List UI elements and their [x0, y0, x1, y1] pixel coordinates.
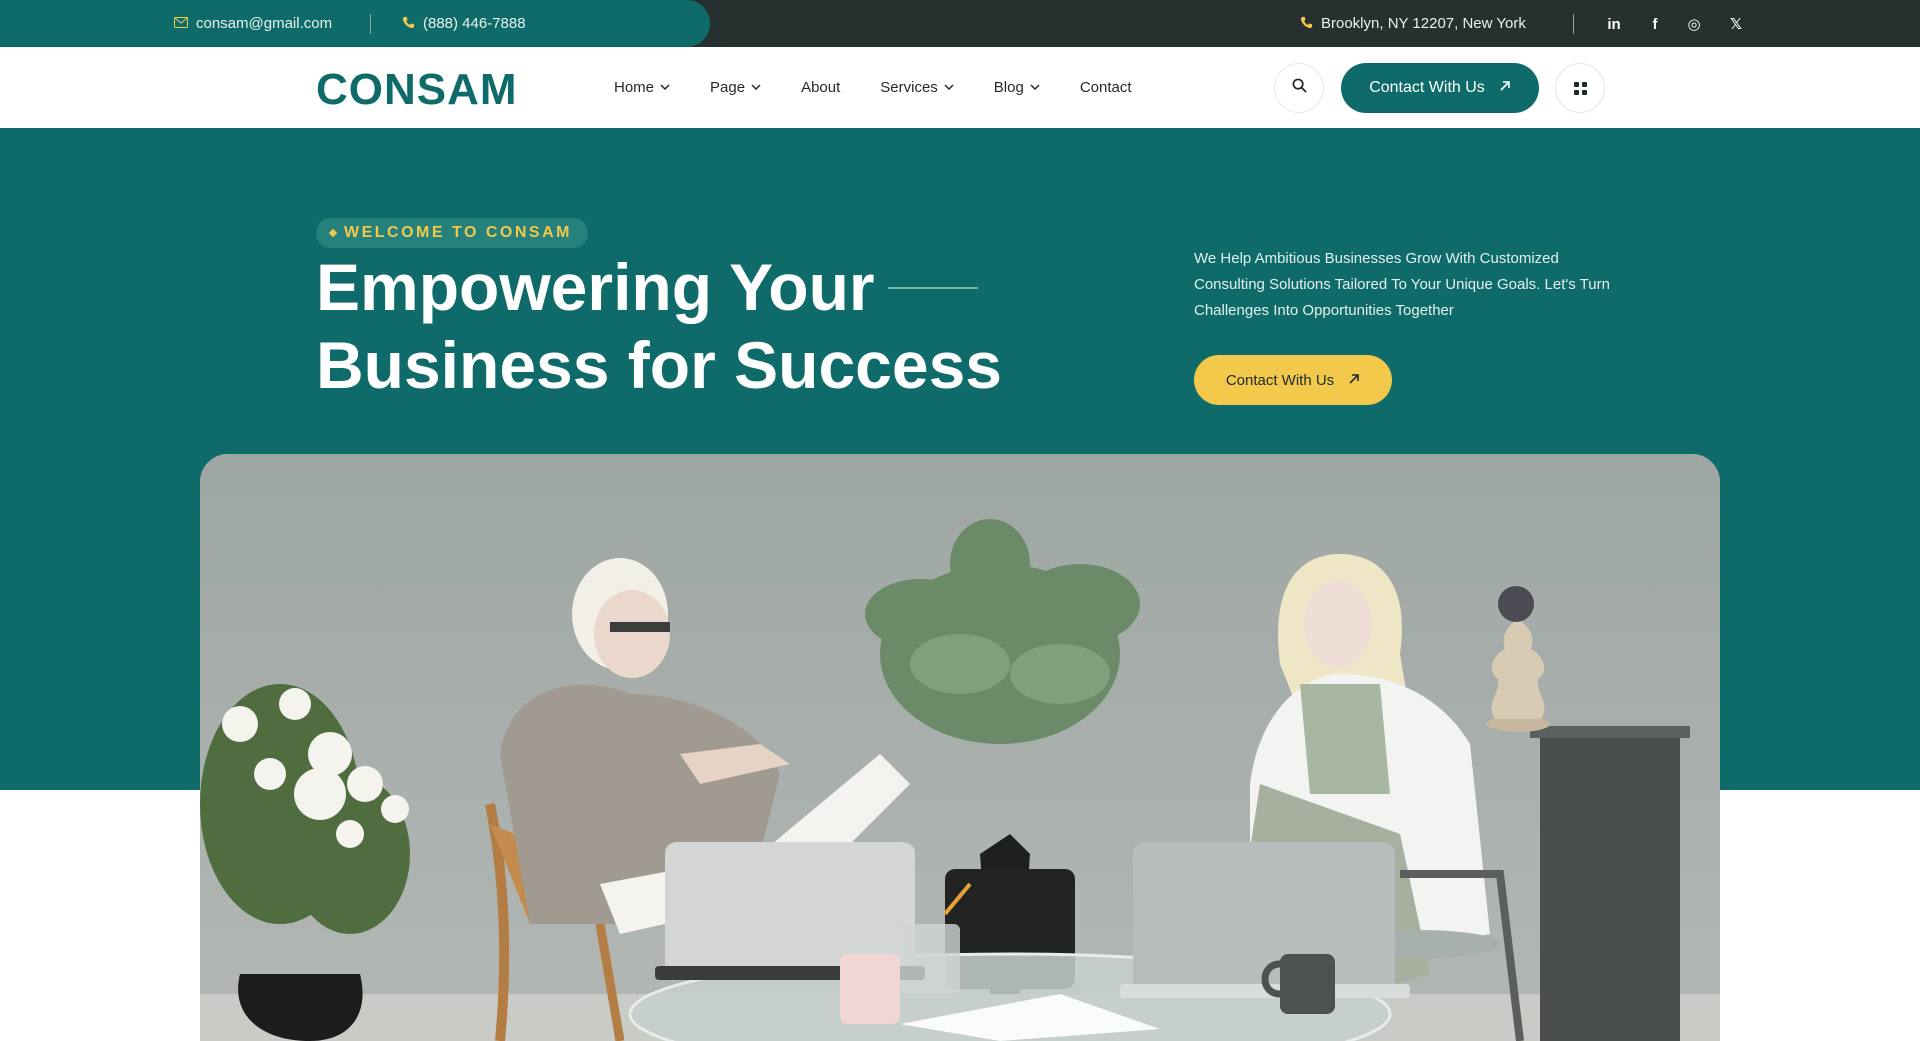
phone-icon	[1300, 16, 1313, 32]
grid-icon	[1573, 81, 1587, 95]
instagram-icon[interactable]: ◎	[1682, 12, 1706, 36]
nav-label: Home	[614, 79, 655, 96]
nav-item-home[interactable]: Home	[614, 79, 670, 96]
facebook-icon[interactable]: f	[1643, 12, 1667, 36]
email-text: consam@gmail.com	[196, 15, 333, 32]
hero-contact-button[interactable]: Contact With Us	[1194, 355, 1392, 405]
nav-item-about[interactable]: About	[801, 79, 840, 96]
title-decoration-line	[888, 287, 978, 289]
nav-label: About	[801, 79, 841, 96]
nav-item-page[interactable]: Page	[710, 79, 761, 96]
nav-item-blog[interactable]: Blog	[994, 79, 1040, 96]
nav-label: Services	[880, 79, 938, 96]
phone-icon	[402, 16, 415, 32]
hero-image	[200, 454, 1720, 1041]
hero-title: Empowering Your Business for Success	[316, 248, 1016, 404]
chevron-down-icon	[1030, 82, 1040, 93]
menu-grid-button[interactable]	[1555, 63, 1605, 113]
logo[interactable]: CONSAM	[316, 65, 518, 115]
nav-item-services[interactable]: Services	[880, 79, 954, 96]
top-bar-phone[interactable]: (888) 446-7888	[402, 0, 526, 47]
nav-label: Contact	[1079, 79, 1132, 96]
contact-with-us-button[interactable]: Contact With Us	[1341, 63, 1539, 113]
phone-text: (888) 446-7888	[423, 15, 526, 32]
site-header: CONSAM Home Page About Services Blog Con…	[0, 47, 1920, 128]
address-text: Brooklyn, NY 12207, New York	[1321, 15, 1526, 32]
hero-title-line-2: Business for Success	[316, 328, 1002, 402]
search-button[interactable]	[1274, 63, 1324, 113]
chevron-down-icon	[660, 82, 670, 93]
top-bar: consam@gmail.com (888) 446-7888 Brooklyn…	[0, 0, 1920, 47]
nav-label: Page	[710, 79, 746, 96]
mail-icon	[174, 16, 188, 31]
diamond-icon	[328, 228, 338, 238]
nav-item-contact[interactable]: Contact	[1080, 79, 1132, 96]
top-bar-address: Brooklyn, NY 12207, New York	[1300, 0, 1526, 47]
top-bar-contact-area	[0, 0, 710, 47]
nav-label: Blog	[993, 79, 1024, 96]
arrow-up-right-icon	[1499, 79, 1511, 97]
chevron-down-icon	[944, 82, 954, 93]
search-icon	[1292, 78, 1307, 98]
hero-description: We Help Ambitious Businesses Grow With C…	[1194, 250, 1610, 319]
top-bar-email[interactable]: consam@gmail.com	[174, 0, 332, 47]
divider	[370, 14, 371, 34]
office-meeting-illustration	[200, 454, 1720, 1041]
button-label: Contact With Us	[1225, 371, 1335, 389]
x-icon[interactable]: 𝕏	[1724, 12, 1748, 36]
main-nav: Home Page About Services Blog Contact	[614, 47, 1132, 128]
chevron-down-icon	[751, 82, 761, 93]
button-label: Contact With Us	[1369, 79, 1485, 96]
linkedin-icon[interactable]: in	[1602, 12, 1626, 36]
welcome-badge: WELCOME TO CONSAM	[316, 218, 588, 248]
divider	[1573, 14, 1574, 34]
arrow-up-right-icon	[1348, 372, 1360, 389]
badge-text: WELCOME TO CONSAM	[344, 224, 572, 241]
